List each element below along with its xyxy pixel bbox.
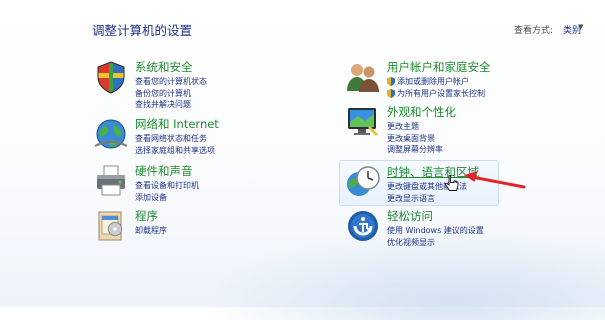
- page-title: 调整计算机的设置: [92, 23, 193, 38]
- category-title[interactable]: 网络和 Internet: [135, 116, 219, 132]
- link-add-remove-users[interactable]: 添加或删除用户帐户: [387, 76, 485, 88]
- link-parental-controls[interactable]: 为所有用户设置家长控制: [387, 88, 485, 100]
- clock-globe-icon[interactable]: [345, 164, 381, 200]
- uac-shield-icon: [387, 88, 395, 98]
- link-backup-computer[interactable]: 备份您的计算机: [135, 88, 207, 100]
- category-title[interactable]: 程序: [135, 208, 158, 224]
- network-globe-icon[interactable]: [93, 116, 129, 152]
- users-icon[interactable]: [345, 59, 381, 95]
- hand-cursor-icon: [444, 175, 459, 191]
- shield-icon[interactable]: [93, 59, 129, 95]
- link-view-computer-status[interactable]: 查看您的计算机状态: [135, 76, 207, 88]
- uac-shield-icon: [387, 77, 395, 86]
- category-title[interactable]: 系统和安全: [135, 59, 193, 75]
- link-label: 为所有用户设置家长控制: [397, 88, 485, 98]
- link-change-theme[interactable]: 更改主题: [387, 121, 443, 133]
- ease-of-access-icon[interactable]: [345, 208, 381, 244]
- category-title[interactable]: 外观和个性化: [387, 104, 456, 120]
- link-screen-resolution[interactable]: 调整屏幕分辨率: [387, 144, 443, 156]
- link-troubleshoot[interactable]: 查找并解决问题: [135, 99, 207, 111]
- display-icon[interactable]: [345, 104, 381, 140]
- link-label: 添加或删除用户帐户: [397, 77, 469, 86]
- link-windows-recommended-settings[interactable]: 使用 Windows 建议的设置: [387, 225, 484, 237]
- category-title[interactable]: 轻松访问: [387, 208, 433, 224]
- annotation-arrow-icon: [464, 171, 526, 189]
- programs-icon[interactable]: [93, 208, 129, 244]
- chevron-down-icon[interactable]: ▼: [578, 23, 583, 31]
- view-by-label: 查看方式:: [514, 26, 554, 36]
- link-network-status[interactable]: 查看网络状态和任务: [135, 133, 215, 145]
- link-homegroup-sharing[interactable]: 选择家庭组和共享选项: [135, 145, 215, 157]
- category-title[interactable]: 用户帐户和家庭安全: [387, 59, 491, 75]
- link-uninstall-program[interactable]: 卸载程序: [135, 225, 167, 237]
- link-change-desktop-background[interactable]: 更改桌面背景: [387, 133, 443, 145]
- link-devices-printers[interactable]: 查看设备和打印机: [135, 180, 199, 192]
- link-add-device[interactable]: 添加设备: [135, 192, 199, 204]
- link-optimize-video-display[interactable]: 优化视频显示: [387, 237, 484, 249]
- category-title[interactable]: 硬件和声音: [135, 163, 193, 179]
- printer-icon[interactable]: [93, 163, 129, 199]
- link-change-display-language[interactable]: 更改显示语言: [387, 193, 467, 205]
